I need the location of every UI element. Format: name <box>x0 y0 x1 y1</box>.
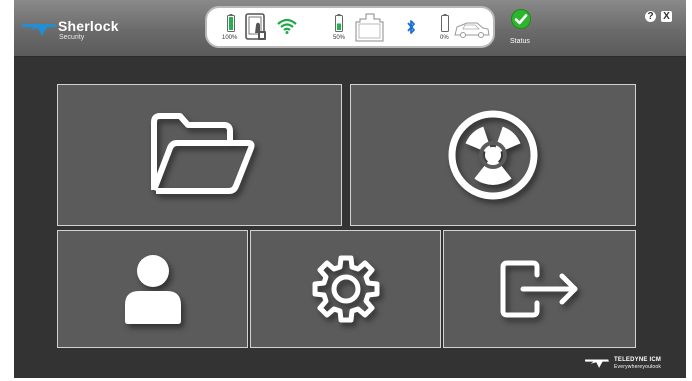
battery-tablet-icon <box>227 14 235 32</box>
top-bar: Sherlock Security 100% 50% 0% Status ? X <box>14 0 686 57</box>
teledyne-footer-logo-icon <box>585 359 609 368</box>
footer-company: TELEDYNE ICM <box>614 357 662 363</box>
vehicle-icon <box>454 22 490 38</box>
user-tile[interactable] <box>57 230 248 348</box>
radiation-icon <box>448 110 538 200</box>
tablet-battery-label: 100% <box>222 35 238 41</box>
status-check-icon[interactable] <box>511 9 531 29</box>
help-button[interactable]: ? <box>645 11 656 22</box>
footer-tagline: Everywhereyoulook <box>614 364 662 370</box>
scanner-battery-label: 50% <box>333 35 346 41</box>
logout-icon <box>500 260 577 318</box>
close-button[interactable]: X <box>661 11 672 22</box>
settings-tile[interactable] <box>250 230 441 348</box>
app-logo: Sherlock Security <box>21 15 126 45</box>
wifi-icon <box>277 18 297 34</box>
battery-vehicle-icon <box>441 14 449 32</box>
gear-icon <box>312 255 379 323</box>
folder-icon <box>150 113 255 194</box>
battery-scanner-icon <box>335 14 343 32</box>
radiation-tile[interactable] <box>350 84 636 226</box>
vehicle-battery-label: 0% <box>440 35 449 41</box>
app-screen: Sherlock Security 100% 50% 0% Status ? X… <box>14 0 686 378</box>
device-status-panel: 100% 50% 0% <box>205 6 495 48</box>
bluetooth-icon <box>407 20 415 34</box>
app-subtitle: Security <box>59 34 85 41</box>
user-icon <box>124 255 181 324</box>
teledyne-bird-icon <box>22 24 56 36</box>
status-label: Status <box>510 38 530 45</box>
footer-brand: TELEDYNE ICM Everywhereyoulook <box>614 357 661 371</box>
open-folder-tile[interactable] <box>57 84 342 226</box>
scanner-icon <box>355 13 384 42</box>
tablet-icon <box>245 13 266 40</box>
app-name: Sherlock <box>58 18 119 34</box>
logout-tile[interactable] <box>443 230 636 348</box>
